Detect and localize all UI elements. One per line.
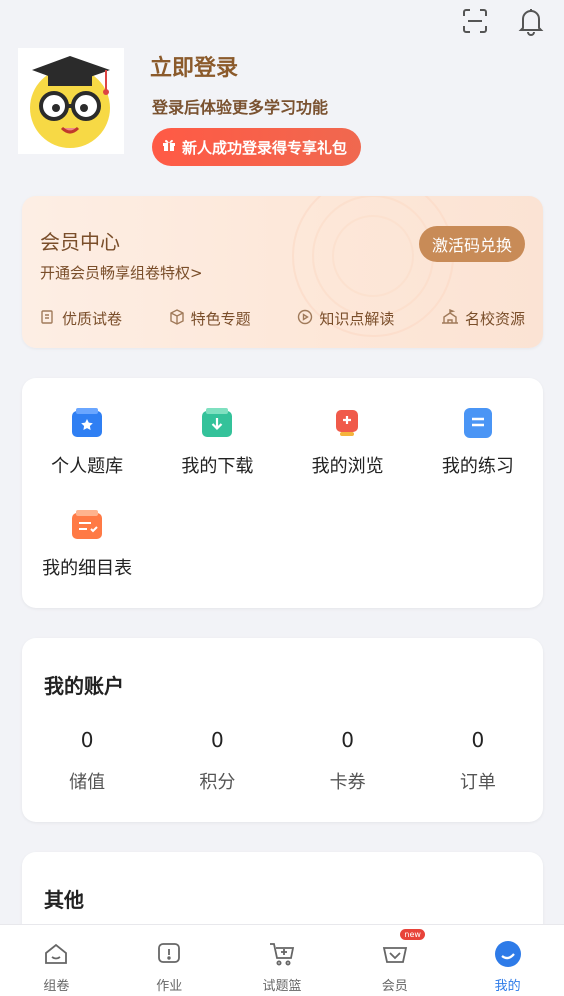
gift-icon (162, 138, 176, 156)
account-label: 积分 (199, 772, 236, 793)
bottom-tab-bar: 组卷 作业 试题篮 new 会员 我的 (0, 924, 564, 996)
activate-code-button[interactable]: 激活码兑换 (419, 226, 525, 262)
top-bar (460, 6, 546, 36)
school-icon (441, 308, 459, 329)
tool-my-browsing[interactable]: 我的浏览 (283, 406, 413, 478)
box-icon (169, 308, 185, 329)
tool-label: 我的练习 (441, 456, 514, 477)
cart-plus-icon (267, 939, 297, 969)
tab-label: 会员 (381, 979, 408, 994)
tool-label: 我的细目表 (42, 558, 133, 579)
tab-member[interactable]: new 会员 (338, 925, 451, 996)
account-coupons[interactable]: 0 卡券 (283, 728, 413, 794)
tool-label: 我的下载 (181, 456, 254, 477)
tool-my-downloads[interactable]: 我的下载 (152, 406, 282, 478)
account-value: 0 (471, 728, 485, 752)
scan-icon[interactable] (460, 6, 490, 36)
vip-feature-knowledge[interactable]: 知识点解读 (297, 308, 394, 329)
tab-mine[interactable]: 我的 (451, 925, 564, 996)
tab-label: 试题篮 (262, 979, 302, 994)
tool-personal-question-bank[interactable]: 个人题库 (22, 406, 152, 478)
tab-label: 作业 (156, 979, 183, 994)
document-icon (40, 309, 56, 329)
gift-label: 新人成功登录得专享礼包 (182, 138, 348, 157)
other-title: 其他 (44, 888, 84, 912)
vip-feature-label: 名校资源 (464, 310, 525, 328)
vip-feature-schools[interactable]: 名校资源 (441, 308, 525, 329)
tab-question-basket[interactable]: 试题篮 (226, 925, 339, 996)
download-icon (200, 406, 234, 440)
account-orders[interactable]: 0 订单 (413, 728, 543, 794)
practice-icon (461, 406, 495, 440)
tool-label: 个人题库 (51, 456, 124, 477)
vip-center-card[interactable]: 会员中心 开通会员畅享组卷特权> 激活码兑换 优质试卷 特色专题 知识点解读 名… (22, 196, 543, 348)
new-user-gift-button[interactable]: 新人成功登录得专享礼包 (152, 128, 362, 166)
tool-label: 我的浏览 (311, 456, 384, 477)
tools-card: 个人题库 我的下载 我的浏览 我的练习 我的细目表 (22, 378, 543, 608)
account-balance[interactable]: 0 储值 (22, 728, 152, 794)
vip-subtitle[interactable]: 开通会员畅享组卷特权> (40, 262, 203, 283)
account-value: 0 (80, 728, 94, 752)
avatar[interactable] (18, 48, 124, 154)
home-icon (41, 939, 71, 969)
profile-section: 立即登录 登录后体验更多学习功能 新人成功登录得专享礼包 (18, 48, 546, 168)
new-badge: new (400, 929, 425, 940)
crown-basket-icon (380, 939, 410, 969)
account-label: 卡券 (329, 772, 366, 793)
account-points[interactable]: 0 积分 (152, 728, 282, 794)
play-circle-icon (297, 309, 313, 329)
star-folder-icon (70, 406, 104, 440)
vip-feature-label: 优质试卷 (62, 310, 123, 328)
login-subtitle: 登录后体验更多学习功能 (152, 98, 329, 117)
account-card: 我的账户 0 储值 0 积分 0 卡券 0 订单 (22, 638, 543, 822)
browse-history-icon (331, 406, 365, 440)
vip-features: 优质试卷 特色专题 知识点解读 名校资源 (22, 308, 543, 329)
tool-my-practice[interactable]: 我的练习 (413, 406, 543, 478)
tab-compose-paper[interactable]: 组卷 (0, 925, 113, 996)
tab-label: 我的 (494, 979, 521, 994)
tool-my-outline[interactable]: 我的细目表 (22, 508, 152, 580)
login-title[interactable]: 立即登录 (150, 50, 238, 82)
vip-feature-papers[interactable]: 优质试卷 (40, 308, 122, 329)
account-value: 0 (341, 728, 354, 752)
account-value: 0 (211, 728, 224, 752)
account-label: 订单 (459, 772, 496, 793)
checklist-icon (70, 508, 104, 542)
tab-label: 组卷 (43, 979, 70, 994)
vip-feature-label: 特色专题 (190, 310, 251, 328)
vip-title: 会员中心 (40, 230, 120, 254)
chat-exclaim-icon (154, 939, 184, 969)
vip-feature-topics[interactable]: 特色专题 (169, 308, 251, 329)
vip-feature-label: 知识点解读 (319, 310, 395, 328)
account-label: 储值 (69, 772, 106, 793)
smile-profile-icon (493, 939, 523, 969)
bell-icon[interactable] (516, 6, 546, 36)
account-title: 我的账户 (44, 674, 124, 698)
tab-homework[interactable]: 作业 (113, 925, 226, 996)
